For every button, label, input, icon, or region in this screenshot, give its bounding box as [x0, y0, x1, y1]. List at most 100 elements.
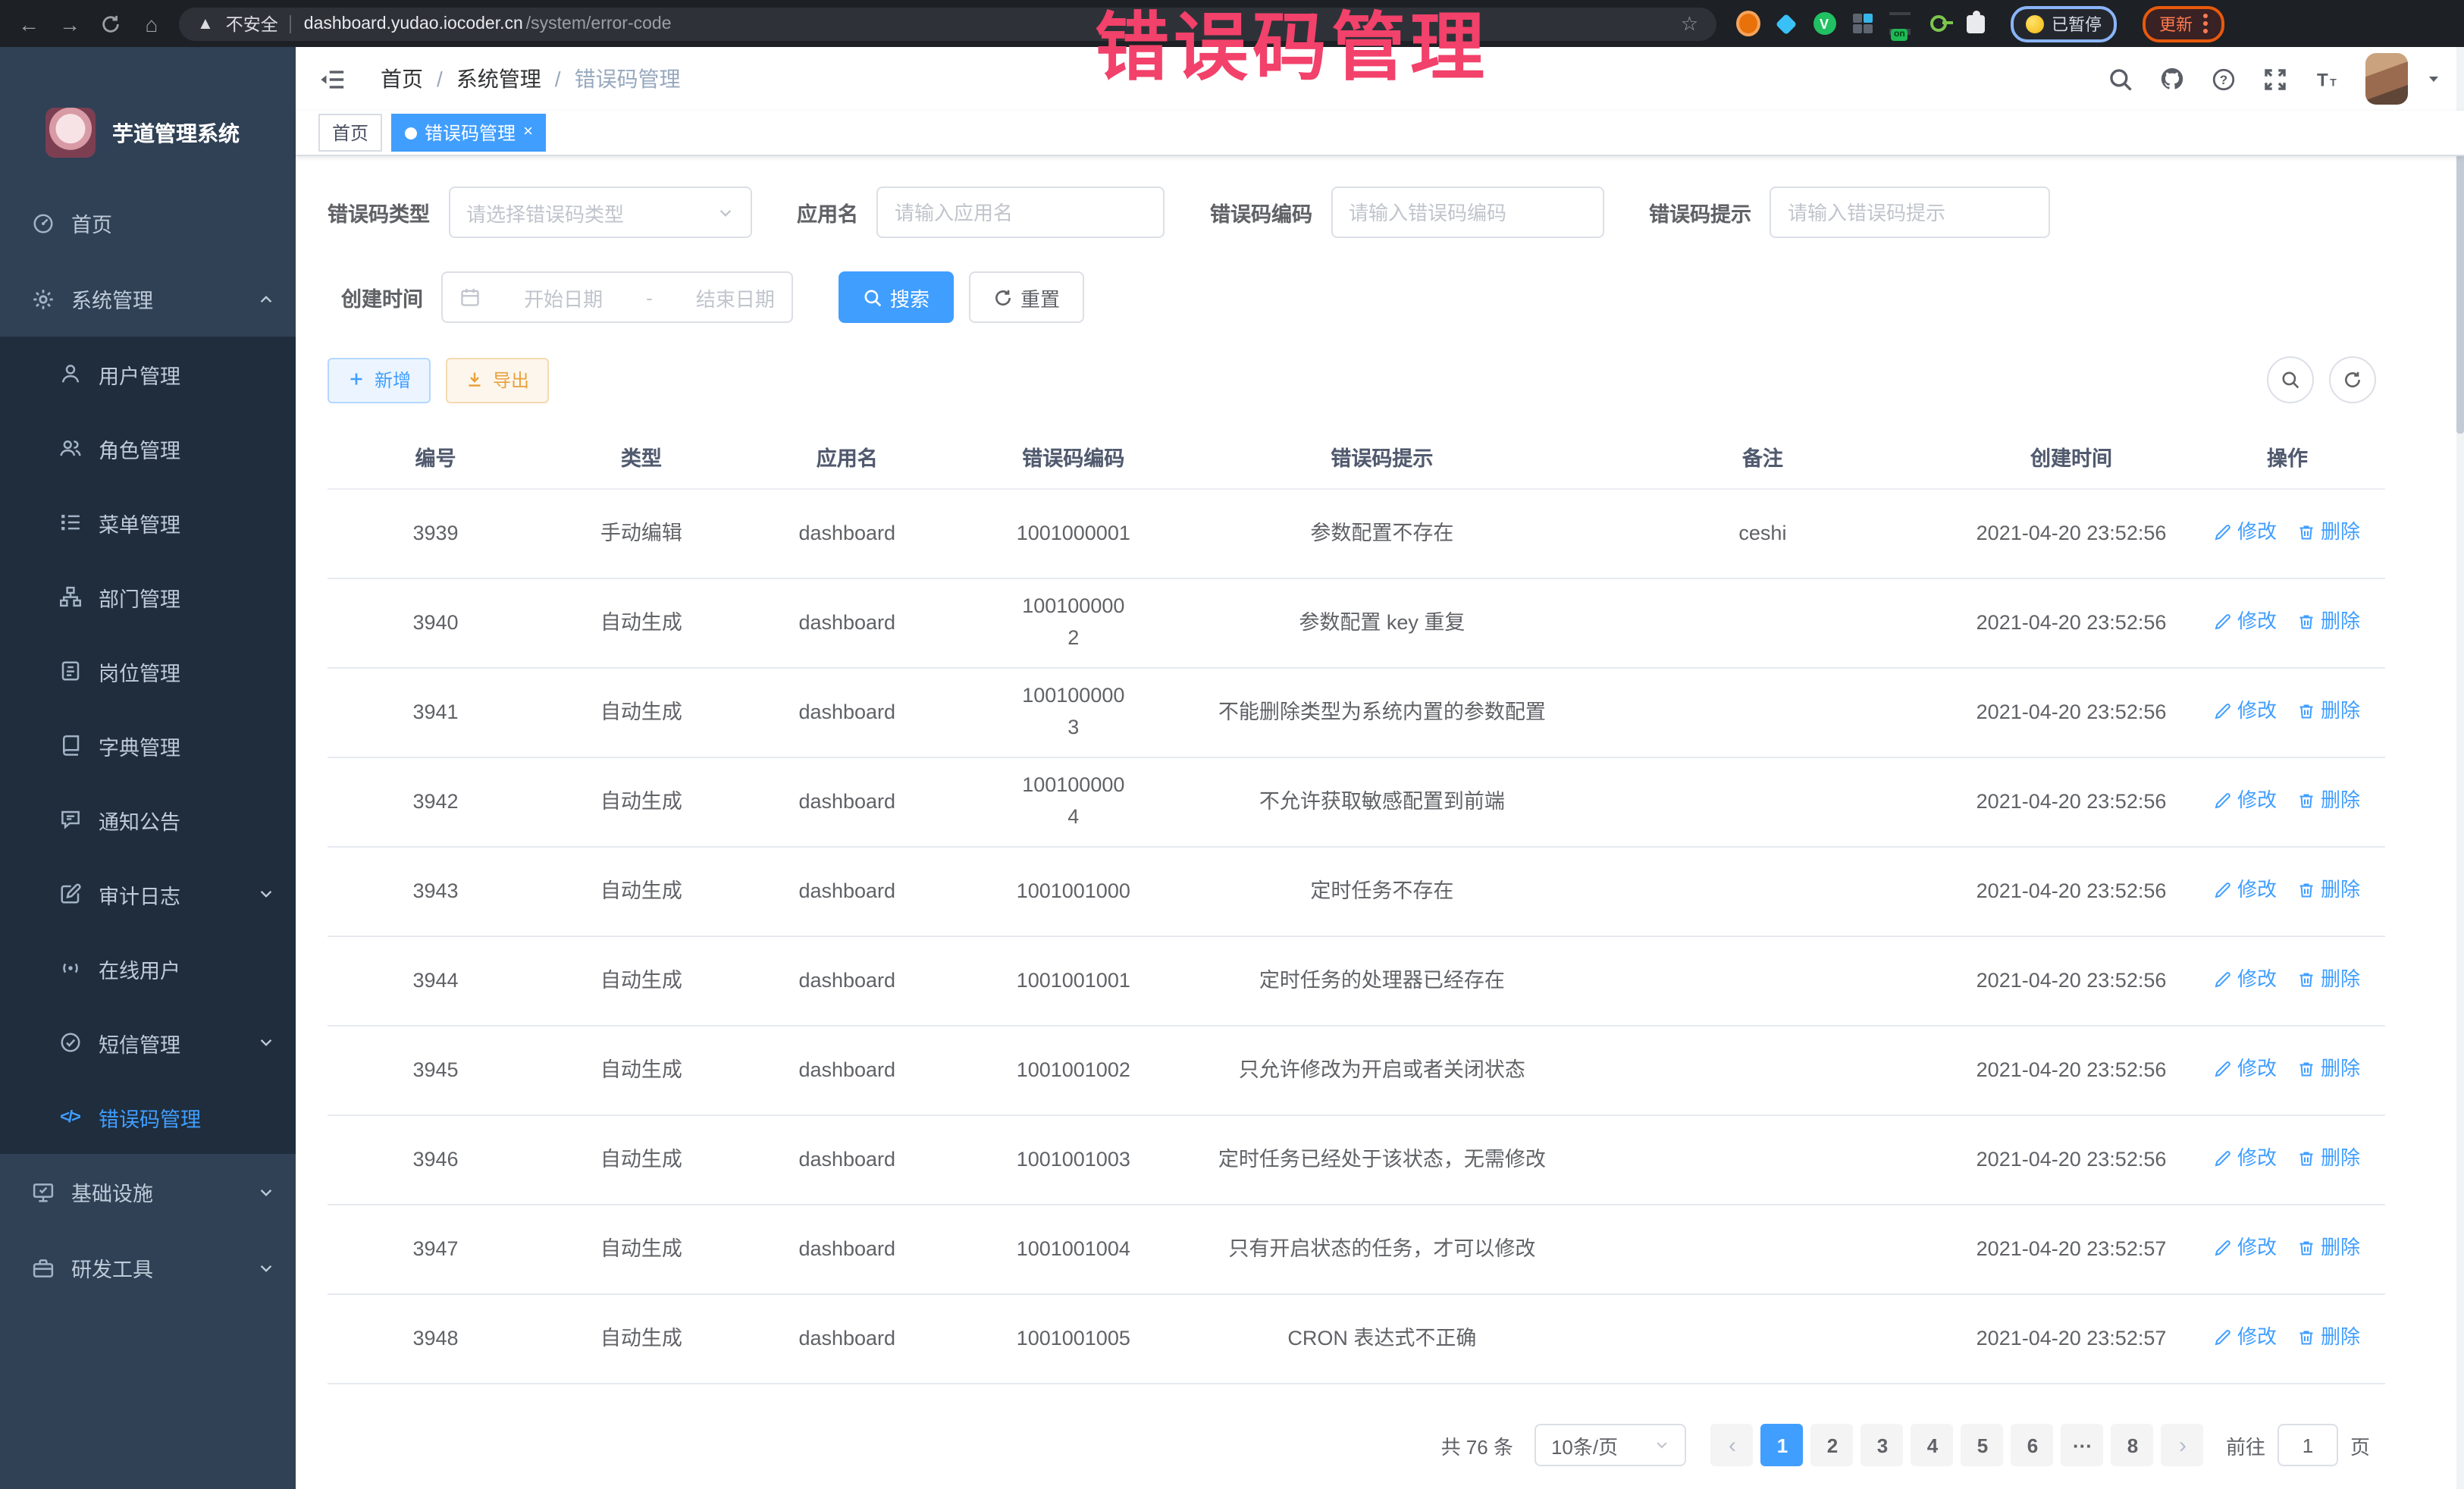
extension-icon[interactable]: [1850, 11, 1874, 36]
row-actions: 修改删除: [2190, 1321, 2385, 1356]
sidebar-item[interactable]: 基础设施: [0, 1154, 296, 1230]
export-button[interactable]: 导出: [446, 357, 549, 403]
paused-pill[interactable]: 已暂停: [2011, 5, 2117, 42]
add-button[interactable]: 新增: [328, 357, 431, 403]
next-page-button[interactable]: ›: [2161, 1424, 2204, 1466]
sidebar-item[interactable]: 在线用户: [0, 931, 296, 1005]
page-button[interactable]: 2: [1811, 1424, 1854, 1466]
extension-icon[interactable]: V: [1812, 11, 1836, 36]
page-button[interactable]: 4: [1911, 1424, 1954, 1466]
tab-inactive[interactable]: 首页: [318, 114, 382, 152]
page-size-select[interactable]: 10条/页: [1535, 1424, 1686, 1466]
error-message-input[interactable]: [1770, 187, 2050, 238]
sidebar-item[interactable]: 角色管理: [0, 411, 296, 485]
kebab-menu-icon[interactable]: [2203, 14, 2208, 33]
edit-link[interactable]: 修改: [2215, 1232, 2277, 1262]
goto-page-input[interactable]: [2277, 1424, 2338, 1466]
sidebar-item[interactable]: 岗位管理: [0, 634, 296, 708]
delete-link[interactable]: 删除: [2298, 516, 2360, 547]
close-icon[interactable]: ×: [523, 124, 533, 141]
page-button[interactable]: 3: [1861, 1424, 1904, 1466]
sidebar-item[interactable]: 短信管理: [0, 1005, 296, 1080]
extension-icon[interactable]: on: [1888, 11, 1912, 36]
sidebar-item[interactable]: 字典管理: [0, 708, 296, 782]
column-header: 应用名: [739, 444, 955, 475]
error-code-input[interactable]: [1331, 187, 1603, 238]
delete-link[interactable]: 删除: [2298, 606, 2360, 636]
browser-home-icon[interactable]: ⌂: [138, 11, 165, 36]
edit-link[interactable]: 修改: [2215, 606, 2277, 636]
row-code: 1001001004: [955, 1234, 1192, 1265]
delete-link[interactable]: 删除: [2298, 1232, 2360, 1262]
app-logo-row[interactable]: 芋道管理系统: [0, 47, 296, 176]
font-size-icon[interactable]: [2314, 66, 2340, 92]
sidebar-item[interactable]: 系统管理: [0, 261, 296, 337]
browser-back-icon[interactable]: ←: [15, 11, 42, 36]
sidebar-item[interactable]: 通知公告: [0, 782, 296, 857]
error-type-select[interactable]: 请选择错误码类型: [448, 187, 751, 238]
browser-forward-icon[interactable]: →: [56, 11, 83, 36]
page-button[interactable]: 8: [2111, 1424, 2154, 1466]
extension-icon[interactable]: [1774, 11, 1798, 36]
refresh-table-button[interactable]: [2329, 356, 2376, 403]
edit-link[interactable]: 修改: [2215, 516, 2277, 547]
address-bar[interactable]: ▲ 不安全 dashboard.yudao.iocoder.cn/system/…: [179, 7, 1716, 40]
tab-active[interactable]: 错误码管理×: [391, 114, 547, 152]
fullscreen-icon[interactable]: [2262, 66, 2288, 92]
scrollbar-track[interactable]: [2456, 47, 2464, 1489]
puzzle-extension-icon[interactable]: [1964, 11, 1988, 36]
delete-link[interactable]: 删除: [2298, 1143, 2360, 1173]
show-search-toggle-button[interactable]: [2267, 356, 2314, 403]
page-button[interactable]: 6: [2011, 1424, 2054, 1466]
download-icon: [466, 370, 485, 390]
search-button[interactable]: 搜索: [839, 271, 954, 323]
delete-link[interactable]: 删除: [2298, 1321, 2360, 1352]
security-label[interactable]: 不安全: [226, 11, 278, 36]
breadcrumb-item[interactable]: 首页: [381, 64, 423, 94]
app-name-input[interactable]: [876, 187, 1165, 238]
logo-avatar: [45, 108, 96, 158]
row-code: 1001001000: [955, 876, 1192, 908]
search-icon[interactable]: [2108, 66, 2133, 92]
delete-link[interactable]: 删除: [2298, 695, 2360, 726]
github-icon[interactable]: [2159, 66, 2185, 92]
browser-reload-icon[interactable]: [97, 13, 124, 34]
sidebar-item[interactable]: 首页: [0, 185, 296, 261]
row-message: CRON 表达式不正确: [1192, 1323, 1572, 1355]
edit-link[interactable]: 修改: [2215, 874, 2277, 904]
page-ellipsis[interactable]: ···: [2061, 1424, 2104, 1466]
reset-button[interactable]: 重置: [969, 271, 1084, 323]
user-avatar[interactable]: [2365, 53, 2408, 105]
delete-link[interactable]: 删除: [2298, 1053, 2360, 1083]
page-button[interactable]: 5: [1961, 1424, 2004, 1466]
prev-page-button[interactable]: ‹: [1711, 1424, 1754, 1466]
page-button[interactable]: 1: [1761, 1424, 1804, 1466]
delete-link[interactable]: 删除: [2298, 874, 2360, 904]
edit-link[interactable]: 修改: [2215, 1143, 2277, 1173]
scrollbar-thumb[interactable]: [2456, 115, 2464, 434]
chevron-down-icon[interactable]: [2425, 70, 2443, 88]
sidebar-item[interactable]: 菜单管理: [0, 485, 296, 560]
help-icon[interactable]: [2211, 66, 2237, 92]
delete-link[interactable]: 删除: [2298, 785, 2360, 815]
hamburger-icon[interactable]: [318, 66, 347, 92]
date-range-picker[interactable]: 开始日期 - 结束日期: [441, 271, 793, 323]
sidebar-item[interactable]: </>错误码管理: [0, 1080, 296, 1154]
edit-link[interactable]: 修改: [2215, 785, 2277, 815]
breadcrumb-item[interactable]: 系统管理: [456, 64, 541, 94]
update-button[interactable]: 更新: [2143, 5, 2224, 42]
sidebar-item[interactable]: 用户管理: [0, 337, 296, 411]
sidebar-item-label: 错误码管理: [99, 1102, 274, 1132]
edit-link[interactable]: 修改: [2215, 964, 2277, 994]
bookmark-star-icon[interactable]: ☆: [1681, 11, 1698, 36]
extension-icon[interactable]: [1926, 11, 1950, 36]
edit-link[interactable]: 修改: [2215, 1321, 2277, 1352]
edit-link[interactable]: 修改: [2215, 695, 2277, 726]
sidebar-item[interactable]: 研发工具: [0, 1230, 296, 1306]
extension-icon[interactable]: [1736, 11, 1760, 36]
delete-link[interactable]: 删除: [2298, 964, 2360, 994]
sidebar-item[interactable]: 部门管理: [0, 560, 296, 634]
sms-check-icon: [58, 1030, 82, 1055]
sidebar-item[interactable]: 审计日志: [0, 857, 296, 931]
edit-link[interactable]: 修改: [2215, 1053, 2277, 1083]
